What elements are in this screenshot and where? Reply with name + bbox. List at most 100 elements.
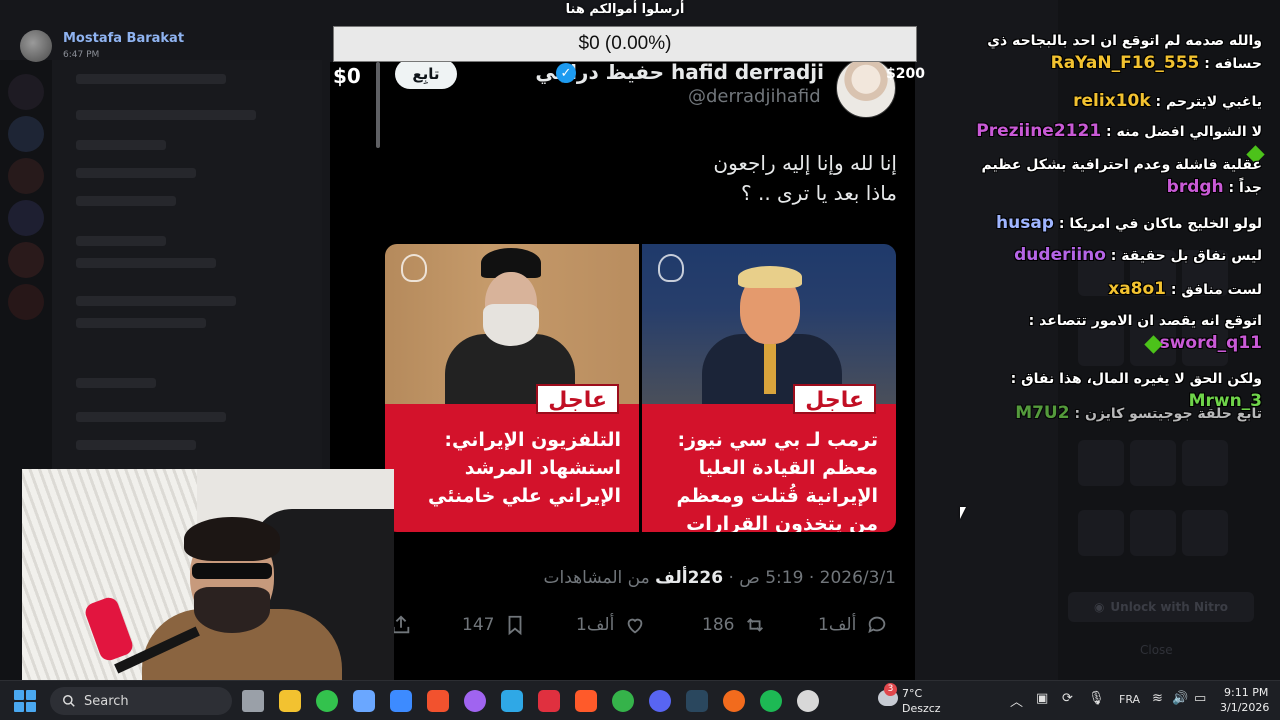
chat-separator: : — [1101, 124, 1117, 140]
tray-app-icon[interactable]: ▣ — [1036, 691, 1048, 706]
channel-item[interactable] — [76, 110, 256, 120]
chat-separator: : — [1069, 406, 1085, 422]
channel-item[interactable] — [76, 378, 156, 388]
chat-username[interactable]: sword_q11 — [1160, 333, 1262, 353]
channel-item[interactable] — [76, 318, 206, 328]
green-leaf-icon[interactable] — [612, 690, 634, 712]
clock-date[interactable]: 3/1/2026 — [1220, 701, 1269, 714]
battery-icon[interactable]: ▭ — [1194, 691, 1206, 706]
bookmark-icon — [509, 615, 522, 636]
sunglasses — [192, 563, 272, 579]
chat-separator: : — [1150, 94, 1166, 110]
taskbar: Search 3 7°C Deszcz ︿ ▣ ⟳ 🎙 FRA ≋ 🔊 ▭ 9:… — [0, 680, 1280, 720]
message-time: 6:47 PM — [63, 50, 100, 60]
files-icon[interactable] — [279, 690, 301, 712]
green-app-icon[interactable] — [316, 690, 338, 712]
chat-message: عقلية فاشلة وعدم احترافية بشكل عظيم جداً… — [972, 154, 1262, 199]
store-icon[interactable] — [390, 690, 412, 712]
chat-separator: : — [1223, 180, 1240, 196]
heart-icon — [628, 618, 643, 634]
tweet-image-right[interactable]: عاجل ترمب لـ بي سي نيوز: معظم القيادة ال… — [642, 244, 896, 532]
search-placeholder: Search — [84, 693, 129, 709]
figure-hair — [738, 266, 802, 288]
follow-button[interactable]: تابِع — [395, 59, 457, 89]
refresh-icon[interactable]: ⟳ — [1062, 691, 1073, 706]
taskbar-search[interactable]: Search — [50, 687, 232, 715]
edge-icon[interactable] — [501, 690, 523, 712]
streamer-hair — [184, 517, 280, 561]
chat-message: والله صدمه لم اتوقع ان احد بالبجاحه ذي ح… — [972, 30, 1262, 75]
channel-item[interactable] — [76, 440, 196, 450]
like-count: 1ألف — [576, 615, 615, 635]
steam-icon[interactable] — [686, 690, 708, 712]
server-icon[interactable] — [8, 116, 44, 152]
reply-button[interactable]: 1ألف — [818, 610, 888, 640]
windows-start-button[interactable] — [14, 690, 36, 712]
red-square-app-icon[interactable] — [538, 690, 560, 712]
avatar[interactable] — [20, 30, 52, 62]
chat-separator: : — [1166, 282, 1182, 298]
spotify-icon[interactable] — [760, 690, 782, 712]
wifi-icon[interactable]: ≋ — [1152, 691, 1163, 706]
channel-item[interactable] — [76, 196, 176, 206]
retweet-button[interactable]: 186 — [702, 610, 766, 640]
chat-username[interactable]: husap — [996, 213, 1054, 233]
tweet-timestamp[interactable]: 2026/3/1 · 5:19 ص · — [728, 568, 896, 588]
tweet-meta: 2026/3/1 · 5:19 ص · 226ألف من المشاهدات — [544, 568, 896, 588]
microphone-icon[interactable]: 🎙 — [1088, 691, 1105, 706]
server-icon[interactable] — [8, 200, 44, 236]
purple-app-icon[interactable] — [464, 690, 486, 712]
red-app-icon[interactable] — [427, 690, 449, 712]
close-button[interactable]: Close — [1140, 643, 1173, 657]
tweet-image-left[interactable]: عاجل التلفزيون الإيراني: استشهاد المرشد … — [385, 244, 639, 532]
chatgpt-icon[interactable] — [797, 690, 819, 712]
file-explorer-icon[interactable] — [242, 690, 264, 712]
retweet-icon — [747, 618, 764, 632]
channel-item[interactable] — [76, 236, 166, 246]
chat-username[interactable]: Preziine2121 — [976, 121, 1101, 141]
server-icon[interactable] — [8, 284, 44, 320]
reply-count: 1ألف — [818, 615, 857, 635]
server-icon[interactable] — [8, 74, 44, 110]
chevron-up-icon[interactable]: ︿ — [1010, 691, 1023, 710]
chat-text: ليس نفاق بل حقيقة — [1121, 248, 1262, 264]
tile — [1130, 440, 1176, 486]
weather-widget[interactable]: 3 7°C Deszcz — [878, 683, 958, 717]
chat-username[interactable]: RaYaN_F16_555 — [1051, 53, 1200, 73]
volume-icon[interactable]: 🔊 — [1172, 691, 1188, 706]
channel-item[interactable] — [76, 296, 236, 306]
tweet-author-handle[interactable]: @derradjihafid — [688, 86, 821, 107]
chat-text: ولكن الحق لا يغيره المال، هذا نفاق — [1021, 371, 1262, 387]
like-button[interactable]: 1ألف — [576, 610, 646, 640]
breaking-tag: عاجل — [536, 384, 619, 414]
chat-username[interactable]: xa8o1 — [1108, 279, 1166, 299]
server-icon[interactable] — [8, 158, 44, 194]
discord-icon[interactable] — [649, 690, 671, 712]
donation-amount: $0 (0.00%) — [578, 33, 672, 54]
chat-username[interactable]: brdgh — [1167, 177, 1224, 197]
chat-text: ياغبي لايترحم — [1165, 94, 1262, 110]
server-icon[interactable] — [8, 242, 44, 278]
channel-item[interactable] — [76, 168, 196, 178]
chat-username[interactable]: M7U2 — [1015, 403, 1069, 423]
chat-username[interactable]: duderiino — [1014, 245, 1106, 265]
channel-item[interactable] — [76, 412, 226, 422]
chat-separator: : — [1105, 248, 1122, 264]
scrollbar-thumb[interactable] — [376, 62, 380, 148]
bookmark-button[interactable]: 147 — [462, 610, 526, 640]
chat-username[interactable]: relix10k — [1073, 91, 1151, 111]
channel-item[interactable] — [76, 258, 216, 268]
channel-item[interactable] — [76, 74, 226, 84]
news-photo — [385, 244, 639, 414]
language-indicator[interactable]: FRA — [1119, 693, 1140, 706]
orange-app-icon[interactable] — [723, 690, 745, 712]
clock-time[interactable]: 9:11 PM — [1224, 686, 1268, 699]
brave-icon[interactable] — [575, 690, 597, 712]
weather-temperature: 7°C — [902, 687, 923, 700]
tweet-author-name[interactable]: حفيظ دراجي hafid derradji — [535, 60, 824, 84]
user-name[interactable]: Mostafa Barakat — [63, 31, 184, 46]
unlock-with-nitro-button[interactable]: ◉ Unlock with Nitro — [1068, 592, 1254, 622]
channel-item[interactable] — [76, 140, 166, 150]
copilot-icon[interactable] — [353, 690, 375, 712]
tweet-views-label: من المشاهدات — [543, 568, 650, 588]
